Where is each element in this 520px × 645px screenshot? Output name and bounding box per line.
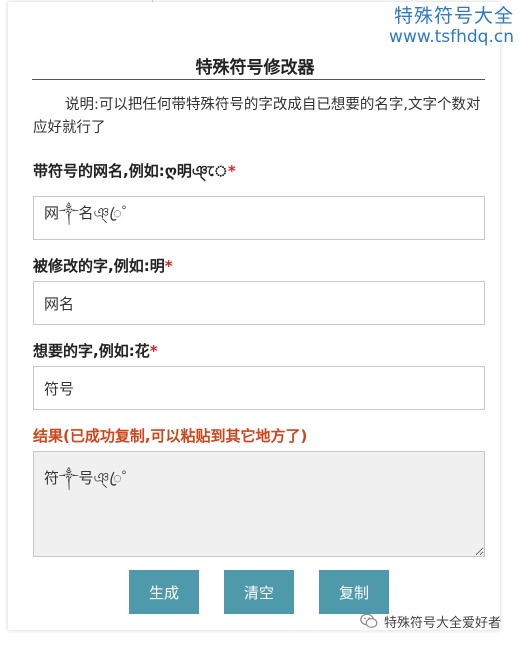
wechat-icon — [360, 613, 378, 628]
wechat-badge: 特殊符号大全爱好者 — [360, 610, 501, 632]
modified-char-label-text: 被修改的字,例如:明 — [33, 257, 165, 275]
symbol-name-label-text: 带符号的网名,例如:ღ明ঞ্ে — [33, 162, 228, 180]
required-mark: * — [149, 342, 158, 360]
symbol-name-input[interactable] — [33, 196, 485, 240]
watermark-title: 特殊符号大全 — [393, 5, 514, 27]
title-divider — [32, 79, 485, 80]
required-mark: * — [227, 162, 236, 180]
description-text: 说明:可以把任何带特殊符号的字改成自已想要的名字,文字个数对应好就行了 — [33, 97, 481, 136]
result-label: 结果(已成功复制,可以粘贴到其它地方了) — [33, 427, 308, 445]
wanted-char-label-text: 想要的字,例如:花 — [33, 342, 150, 360]
generate-button[interactable]: 生成 — [129, 570, 199, 614]
copy-button[interactable]: 复制 — [319, 570, 389, 614]
watermark-url: www.tsfhdq.cn — [389, 27, 514, 47]
wanted-char-input[interactable] — [33, 366, 485, 410]
wanted-char-label: 想要的字,例如:花* — [33, 340, 158, 361]
wechat-badge-text: 特殊符号大全爱好者 — [384, 615, 502, 631]
page-title: 特殊符号修改器 — [195, 58, 315, 78]
clear-button[interactable]: 清空 — [224, 570, 294, 614]
symbol-name-label: 带符号的网名,例如:ღ明ঞ্ে* — [33, 160, 236, 185]
modified-char-label: 被修改的字,例如:明* — [33, 255, 173, 276]
required-mark: * — [164, 257, 173, 275]
result-textarea[interactable]: 符༒号ঞ্ꦿ゜ — [33, 451, 485, 557]
modified-char-input[interactable] — [33, 281, 485, 325]
